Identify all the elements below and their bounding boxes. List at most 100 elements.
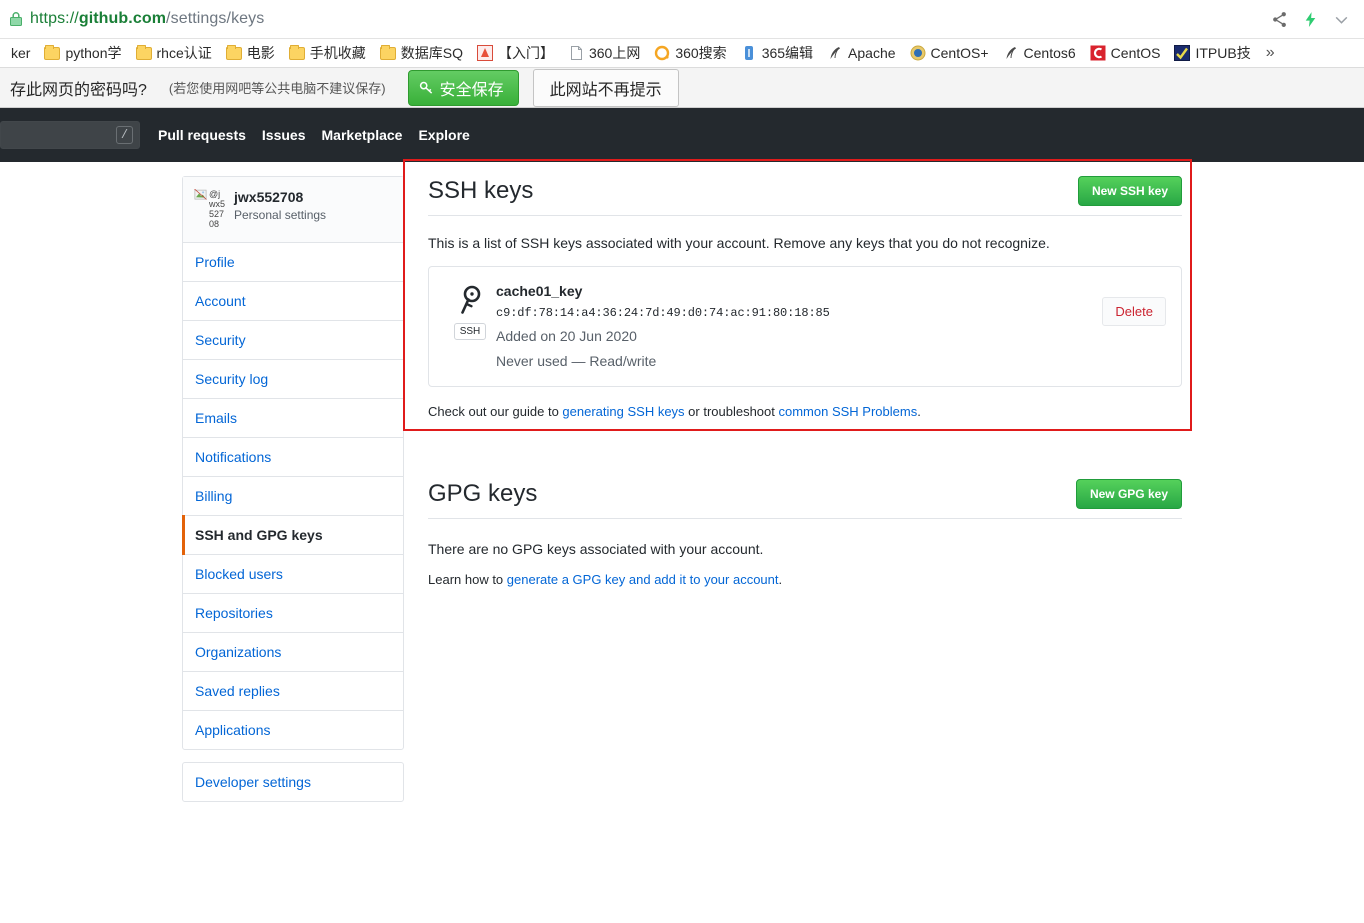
site-icon-red xyxy=(476,45,493,61)
bookmark-label: CentOS+ xyxy=(930,45,989,61)
site-icon-itpub xyxy=(1174,45,1191,61)
apache-feather-icon xyxy=(1006,47,1016,59)
sidebar-item-repositories[interactable]: Repositories xyxy=(183,594,403,633)
ssh-key-fingerprint: c9:df:78:14:a4:36:24:7d:49:d0:74:ac:91:8… xyxy=(496,306,830,320)
nav-pull-requests[interactable]: Pull requests xyxy=(158,127,246,143)
url-host: github.com xyxy=(78,10,167,27)
nav-explore[interactable]: Explore xyxy=(418,127,469,143)
bookmark-label: rhce认证 xyxy=(156,45,212,61)
sidebar-item-blocked-users[interactable]: Blocked users xyxy=(183,555,403,594)
url-path: /settings/keys xyxy=(166,10,265,27)
bookmarks-overflow-button[interactable]: » xyxy=(1258,44,1283,62)
bookmark-item[interactable]: rhce认证 xyxy=(129,41,219,65)
password-save-question: 存此网页的密码吗? xyxy=(10,81,147,99)
bookmark-item[interactable]: 365编辑 xyxy=(734,41,820,65)
sidebar-item-billing[interactable]: Billing xyxy=(183,477,403,516)
ssh-type-tag: SSH xyxy=(453,323,487,340)
ssh-footer-middle: or troubleshoot xyxy=(684,404,779,419)
apache-feather-icon xyxy=(830,47,841,59)
gpg-keys-section: GPG keys New GPG key There are no GPG ke… xyxy=(428,479,1182,589)
bookmark-label: 360搜索 xyxy=(675,45,727,61)
bookmark-label: 手机收藏 xyxy=(309,45,366,61)
ssh-key-icon-column: SSH xyxy=(444,282,496,340)
bookmark-item[interactable]: Apache xyxy=(820,43,902,63)
bookmark-label: ITPUB技 xyxy=(1195,45,1251,61)
bookmark-item[interactable]: CentOS xyxy=(1083,43,1168,63)
bookmark-item[interactable]: 电影 xyxy=(219,41,282,65)
circle-icon-orange xyxy=(655,45,670,61)
bookmark-item[interactable]: Centos6 xyxy=(996,43,1083,63)
broken-image-icon xyxy=(194,189,207,200)
lightning-bolt-icon[interactable] xyxy=(1302,11,1319,28)
bookmark-item[interactable]: 【入门】 xyxy=(470,41,561,65)
sidebar-item-ssh-and-gpg-keys[interactable]: SSH and GPG keys xyxy=(182,515,403,555)
password-save-hint: (若您使用网吧等公共电脑不建议保存) xyxy=(168,81,386,96)
bookmark-label: ker xyxy=(11,45,31,61)
share-icon[interactable] xyxy=(1271,11,1288,28)
ssh-key-title: cache01_key xyxy=(496,283,583,299)
ssh-key-actions: Delete xyxy=(1102,282,1166,326)
gpg-learn-suffix: . xyxy=(778,572,783,587)
avatar: @jwx552708 xyxy=(194,189,226,229)
password-save-bar: 存此网页的密码吗? (若您使用网吧等公共电脑不建议保存) 安全保存 此网站不再提… xyxy=(0,68,1364,108)
bookmark-item[interactable]: 360上网 xyxy=(561,41,647,65)
sidebar-item-organizations[interactable]: Organizations xyxy=(183,633,403,672)
url-scheme: https:// xyxy=(30,10,79,27)
password-save-button[interactable]: 安全保存 xyxy=(407,69,519,106)
sidebar-item-security-log[interactable]: Security log xyxy=(183,360,403,399)
chevron-down-icon[interactable] xyxy=(1333,11,1350,28)
folder-icon xyxy=(135,44,152,60)
common-ssh-problems-link[interactable]: common SSH Problems xyxy=(779,404,918,419)
password-never-button[interactable]: 此网站不再提示 xyxy=(532,68,679,107)
search-input[interactable]: / xyxy=(0,121,140,149)
nav-marketplace[interactable]: Marketplace xyxy=(322,127,403,143)
nav-issues[interactable]: Issues xyxy=(262,127,306,143)
bookmark-item[interactable]: CentOS+ xyxy=(903,43,996,63)
bookmark-label: 360上网 xyxy=(588,45,641,61)
sidebar-item-profile[interactable]: Profile xyxy=(183,243,403,282)
ssh-key-row: SSH cache01_key c9:df:78:14:a4:36:24:7d:… xyxy=(428,266,1182,387)
ssh-footer-suffix: . xyxy=(917,404,921,419)
bookmark-item[interactable]: ITPUB技 xyxy=(1167,41,1257,65)
sidebar-item-developer-settings[interactable]: Developer settings xyxy=(183,763,403,801)
bookmark-item[interactable]: 数据库SQ xyxy=(373,41,470,65)
bookmark-label: CentOS xyxy=(1110,45,1161,61)
browser-url-bar[interactable]: https://github.com/settings/keys xyxy=(0,0,1364,38)
gpg-learn-prefix: Learn how to xyxy=(428,572,507,587)
header-nav: Pull requests Issues Marketplace Explore xyxy=(158,127,470,143)
sidebar-username: jwx552708 xyxy=(234,189,304,205)
github-header: / Pull requests Issues Marketplace Explo… xyxy=(0,108,1364,162)
sidebar-item-saved-replies[interactable]: Saved replies xyxy=(183,672,403,711)
gpg-section-title: GPG keys xyxy=(428,480,538,507)
bookmark-item[interactable]: ker xyxy=(4,43,37,63)
site-icon-red-c xyxy=(1090,45,1106,61)
ssh-section-header: SSH keys New SSH key xyxy=(428,176,1182,216)
sidebar-user-block[interactable]: @jwx552708 jwx552708 Personal settings xyxy=(183,177,403,243)
gpg-learn-text: Learn how to generate a GPG key and add … xyxy=(428,571,1182,589)
bookmark-item[interactable]: python学 xyxy=(37,41,128,65)
delete-button[interactable]: Delete xyxy=(1102,297,1166,326)
sidebar-item-notifications[interactable]: Notifications xyxy=(183,438,403,477)
sidebar-user-subtitle: Personal settings xyxy=(234,208,327,222)
bookmark-label: 数据库SQ xyxy=(400,45,463,61)
ssh-key-details: cache01_key c9:df:78:14:a4:36:24:7d:49:d… xyxy=(496,282,1102,371)
new-ssh-key-button[interactable]: New SSH key xyxy=(1077,176,1182,206)
folder-icon xyxy=(379,44,396,60)
folder-icon xyxy=(44,44,61,60)
centos-icon xyxy=(910,45,926,61)
bookmark-item[interactable]: 手机收藏 xyxy=(282,41,373,65)
settings-container: @jwx552708 jwx552708 Personal settings P… xyxy=(182,159,1192,802)
slash-shortcut-hint: / xyxy=(116,126,133,144)
sidebar-item-security[interactable]: Security xyxy=(183,321,403,360)
sidebar-item-applications[interactable]: Applications xyxy=(183,711,403,749)
sidebar-item-account[interactable]: Account xyxy=(183,282,403,321)
bookmark-label: python学 xyxy=(65,45,122,61)
bookmark-label: Apache xyxy=(848,45,896,61)
new-gpg-key-button[interactable]: New GPG key xyxy=(1075,479,1182,509)
sidebar-card-main: @jwx552708 jwx552708 Personal settings P… xyxy=(182,176,404,750)
ssh-footer-prefix: Check out our guide to xyxy=(428,404,563,419)
generate-gpg-key-link[interactable]: generate a GPG key and add it to your ac… xyxy=(507,572,779,587)
generating-ssh-keys-link[interactable]: generating SSH keys xyxy=(562,404,684,419)
bookmark-item[interactable]: 360搜索 xyxy=(647,41,733,65)
sidebar-item-emails[interactable]: Emails xyxy=(183,399,403,438)
